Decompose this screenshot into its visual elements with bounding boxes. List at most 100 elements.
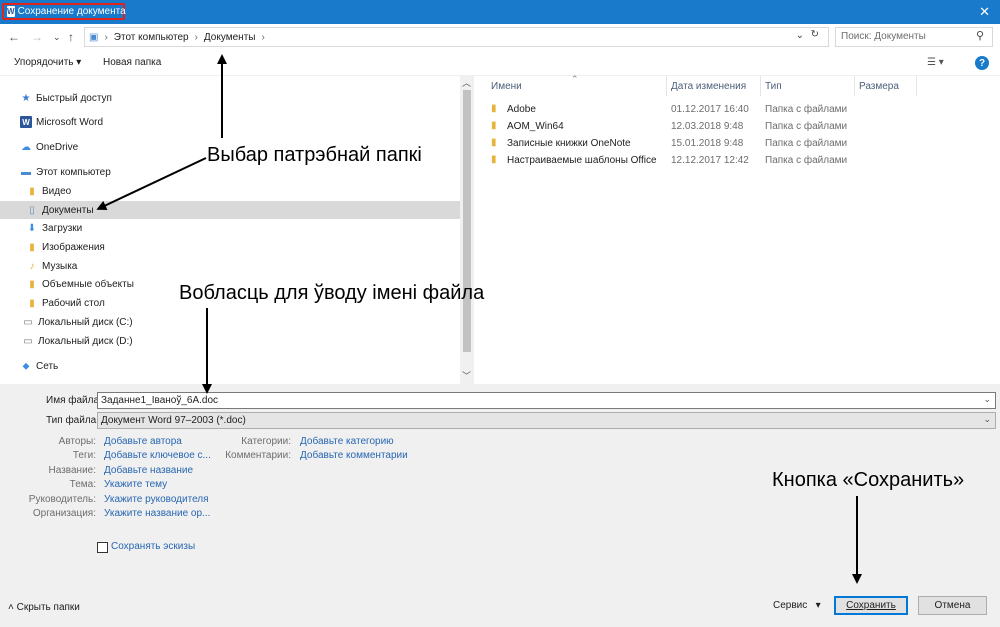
navigation-pane: ★ Быстрый доступ W Microsoft Word ☁ OneD… <box>0 76 474 384</box>
cancel-button[interactable]: Отмена <box>918 596 987 615</box>
video-folder-icon: ▮ <box>29 185 35 197</box>
chevron-up-icon: ˄ <box>8 602 17 613</box>
nav-item-quick-access[interactable]: ★ Быстрый доступ <box>0 89 460 107</box>
save-thumbnails-label[interactable]: Сохранять эскизы <box>111 541 195 552</box>
company-field[interactable]: Укажите название ор... <box>104 508 210 519</box>
save-thumbnails-checkbox[interactable] <box>97 542 108 553</box>
forward-arrow-icon[interactable]: → <box>31 30 43 44</box>
breadcrumb-item-computer[interactable]: Этот компьютер <box>114 32 189 43</box>
meta-label-tags: Теги: <box>72 450 96 461</box>
title-bar: W Сохранение документа ✕ <box>0 0 1000 24</box>
folder-icon: ▮ <box>491 137 497 148</box>
filename-field[interactable]: Заданне1_Іваноў_6А.doc ⌄ <box>97 392 996 409</box>
file-row[interactable]: ▮ Настраиваемые шаблоны Office 12.12.201… <box>474 152 1000 169</box>
file-row[interactable]: ▮ Adobe 01.12.2017 16:40 Папка с файлами <box>474 101 1000 118</box>
meta-label-manager: Руководитель: <box>28 494 96 505</box>
dropdown-arrow-icon: ▾ <box>807 600 821 611</box>
file-row[interactable]: ▮ Записные книжки OneNote 15.01.2018 9:4… <box>474 135 1000 152</box>
tags-field[interactable]: Добавьте ключевое с... <box>104 450 211 461</box>
annotation-filename-area: Вобласць для ўводу імені файла <box>179 282 485 304</box>
nav-item-pictures[interactable]: ▮ Изображения <box>0 238 460 256</box>
window-title: Сохранение документа <box>17 6 126 17</box>
view-options-icon[interactable]: ☰ ▾ <box>927 57 944 68</box>
refresh-icon[interactable]: ↻ <box>811 29 819 40</box>
documents-folder-icon: ▯ <box>29 204 35 216</box>
nav-item-network[interactable]: ⬥ Сеть <box>0 357 460 375</box>
breadcrumb[interactable]: ▣ › Этот компьютер › Документы › ⌄ ↻ <box>84 27 829 47</box>
nav-item-microsoft-word[interactable]: W Microsoft Word <box>0 113 460 131</box>
downloads-icon: ⬇ <box>27 222 37 234</box>
word-icon: W <box>20 116 32 128</box>
nav-item-disk-d[interactable]: ▭ Локальный диск (D:) <box>0 332 460 350</box>
authors-field[interactable]: Добавьте автора <box>104 436 182 447</box>
back-arrow-icon[interactable]: ← <box>8 30 20 44</box>
tools-dropdown[interactable]: Сервис ▾ <box>773 600 821 611</box>
filetype-value: Документ Word 97–2003 (*.doc) <box>101 415 246 426</box>
recent-locations-chevron-icon[interactable]: ⌄ <box>53 32 61 43</box>
close-icon[interactable]: ✕ <box>979 4 990 20</box>
chevron-down-icon[interactable]: ⌄ <box>983 414 991 425</box>
column-header-type[interactable]: Тип <box>765 81 782 92</box>
manager-field[interactable]: Укажите руководителя <box>104 494 209 505</box>
window-title-highlight: W Сохранение документа <box>2 3 126 20</box>
address-bar: ← → ⌄ ↑ ▣ › Этот компьютер › Документы ›… <box>0 24 1000 50</box>
computer-small-icon: ▣ <box>89 31 99 43</box>
folder-icon: ▮ <box>491 103 497 114</box>
music-folder-icon: ♪ <box>29 260 35 272</box>
nav-item-video[interactable]: ▮ Видео <box>0 182 460 200</box>
star-icon: ★ <box>21 92 31 104</box>
word-app-icon: W <box>7 6 15 17</box>
column-header-size[interactable]: Размера <box>859 81 899 92</box>
help-icon[interactable]: ? <box>975 56 989 70</box>
nav-item-disk-c[interactable]: ▭ Локальный диск (C:) <box>0 313 460 331</box>
sort-up-icon: ⌃ <box>571 74 579 84</box>
file-row[interactable]: ▮ AOM_Win64 12.03.2018 9:48 Папка с файл… <box>474 118 1000 135</box>
save-button[interactable]: Сохранить <box>834 596 908 615</box>
organize-button[interactable]: Упорядочить ▾ <box>14 57 81 68</box>
scroll-down-icon[interactable]: ﹀ <box>462 369 471 382</box>
categories-field[interactable]: Добавьте категорию <box>300 436 394 447</box>
annotation-save-button: Кнопка «Сохранить» <box>772 469 965 491</box>
annotation-folder-choice: Выбар патрэбнай папкі <box>207 144 422 166</box>
desktop-folder-icon: ▮ <box>29 297 35 309</box>
folder-icon: ▮ <box>491 120 497 131</box>
scroll-thumb[interactable] <box>463 90 471 352</box>
filename-value: Заданне1_Іваноў_6А.doc <box>101 395 219 406</box>
disk-icon: ▭ <box>23 316 33 328</box>
breadcrumb-item-documents[interactable]: Документы <box>204 32 256 43</box>
new-folder-button[interactable]: Новая папка <box>103 57 161 68</box>
meta-label-categories: Категории: <box>241 436 291 447</box>
pictures-folder-icon: ▮ <box>29 241 35 253</box>
meta-label-subject: Тема: <box>69 479 96 490</box>
3d-objects-folder-icon: ▮ <box>29 278 35 290</box>
folder-icon: ▮ <box>491 154 497 165</box>
filetype-label: Тип файла: <box>46 415 99 426</box>
cloud-icon: ☁ <box>21 141 31 153</box>
hide-folders-button[interactable]: ˄ Скрыть папки <box>8 602 80 613</box>
column-header-date[interactable]: Дата изменения <box>671 81 746 92</box>
filetype-select[interactable]: Документ Word 97–2003 (*.doc) ⌄ <box>97 412 996 429</box>
nav-item-documents[interactable]: ▯ Документы <box>0 201 460 219</box>
computer-icon: ▬ <box>21 166 31 178</box>
meta-label-comments: Комментарии: <box>225 450 291 461</box>
scroll-up-icon[interactable]: ︿ <box>462 76 471 89</box>
nav-item-downloads[interactable]: ⬇ Загрузки <box>0 219 460 237</box>
nav-scrollbar[interactable]: ︿ ﹀ <box>460 76 474 384</box>
title-field[interactable]: Добавьте название <box>104 465 193 476</box>
meta-label-company: Организация: <box>32 508 96 519</box>
nav-item-music[interactable]: ♪ Музыка <box>0 257 460 275</box>
meta-label-title: Название: <box>48 465 96 476</box>
comments-field[interactable]: Добавьте комментарии <box>300 450 408 461</box>
toolbar: Упорядочить ▾ Новая папка ☰ ▾ ? <box>0 50 1000 76</box>
network-icon: ⬥ <box>22 360 30 372</box>
subject-field[interactable]: Укажите тему <box>104 479 167 490</box>
column-header-name[interactable]: Имени <box>491 81 522 92</box>
save-details-pane: Имя файла: Заданне1_Іваноў_6А.doc ⌄ Тип … <box>0 384 1000 627</box>
chevron-down-icon[interactable]: ⌄ <box>983 394 991 405</box>
filename-label: Имя файла: <box>46 395 102 406</box>
search-icon[interactable]: ⚲ <box>976 29 995 42</box>
up-arrow-icon[interactable]: ↑ <box>68 30 74 44</box>
chevron-down-icon[interactable]: ⌄ <box>796 30 804 41</box>
search-input[interactable]: Поиск: Документы <box>835 27 993 47</box>
disk-icon: ▭ <box>23 335 33 347</box>
